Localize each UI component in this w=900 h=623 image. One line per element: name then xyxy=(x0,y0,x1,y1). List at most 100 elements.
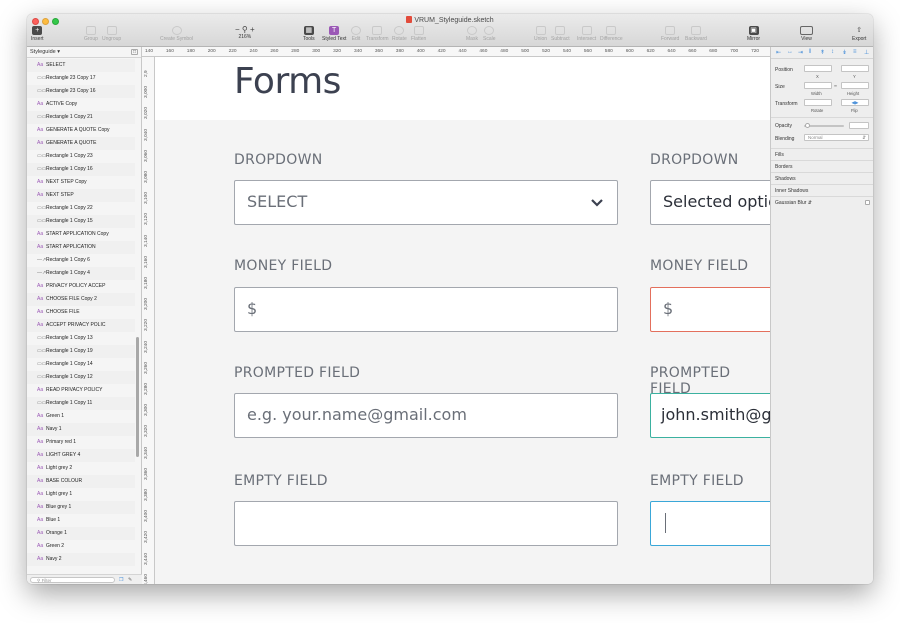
size-width-input[interactable] xyxy=(804,82,832,89)
layer-row[interactable]: Aa Navy 1 xyxy=(27,423,135,436)
add-page-icon[interactable]: □ xyxy=(131,49,138,55)
toolbar-difference-button[interactable]: Difference xyxy=(600,26,623,42)
align-right-icon[interactable]: ⇥ xyxy=(798,49,803,56)
dropdown-select[interactable]: SELECT xyxy=(234,180,618,225)
gaussian-blur-checkbox[interactable] xyxy=(865,200,870,205)
toolbar-create-symbol-button[interactable]: Create Symbol xyxy=(160,26,193,42)
shadows-section[interactable]: Shadows xyxy=(771,172,873,184)
distribute-vertical-icon[interactable]: ≡ xyxy=(853,49,857,55)
layer-filter-input[interactable]: ⚲ Filter xyxy=(30,577,115,583)
layer-row[interactable]: ―↗Rectangle 1 Copy 4 xyxy=(27,267,135,280)
layer-row[interactable]: ▭▭Rectangle 1 Copy 11 xyxy=(27,397,135,410)
layer-row[interactable]: Aa PRIVACY POLICY ACCEP xyxy=(27,280,135,293)
layer-row[interactable]: ▭▭Rectangle 1 Copy 21 xyxy=(27,111,135,124)
toolbar-scale-button[interactable]: Scale xyxy=(483,26,496,42)
canvas[interactable]: Forms DROPDOWN SELECT MONEY FIELD $ PROM… xyxy=(155,57,770,584)
layer-row[interactable]: Aa Green 1 xyxy=(27,410,135,423)
toolbar-group-button[interactable]: Group xyxy=(84,26,98,42)
flip-controls[interactable]: ◀▶ xyxy=(841,99,869,106)
layer-row[interactable]: Aa BASE COLOUR xyxy=(27,475,135,488)
align-baseline-icon[interactable]: ⊥ xyxy=(864,49,869,56)
borders-section[interactable]: Borders xyxy=(771,160,873,172)
toolbar-rotate-button[interactable]: Rotate xyxy=(392,26,407,42)
position-y-input[interactable] xyxy=(841,65,869,72)
lock-ratio-icon[interactable]: ∞ xyxy=(834,83,837,88)
align-bottom-icon[interactable]: ↡ xyxy=(842,49,847,56)
layer-row[interactable]: ▭▭Rectangle 1 Copy 19 xyxy=(27,345,135,358)
toolbar-mirror-button[interactable]: ▣ Mirror xyxy=(747,26,760,42)
toolbar-edit-button[interactable]: Edit xyxy=(351,26,361,42)
toolbar-backward-button[interactable]: Backward xyxy=(685,26,707,42)
prompted-field[interactable]: e.g. your.name@gmail.com xyxy=(234,393,618,438)
layer-row[interactable]: Aa NEXT STEP xyxy=(27,189,135,202)
toolbar-union-button[interactable]: Union xyxy=(534,26,547,42)
rotate-input[interactable] xyxy=(804,99,832,106)
layer-row[interactable]: Aa GENERATE A QUOTE Copy xyxy=(27,124,135,137)
layer-row[interactable]: Aa Orange 1 xyxy=(27,527,135,540)
flip-horizontal-icon[interactable]: ◀▶ xyxy=(852,100,859,105)
opacity-slider[interactable] xyxy=(804,125,844,127)
layer-row[interactable]: Aa READ PRIVACY POLICY xyxy=(27,384,135,397)
toolbar-ungroup-button[interactable]: Ungroup xyxy=(102,26,121,42)
prompted-field-filled[interactable]: john.smith@gr xyxy=(650,393,770,438)
layer-row[interactable]: Aa START APPLICATION Copy xyxy=(27,228,135,241)
blending-select[interactable]: Normal ⇵ xyxy=(804,134,869,141)
opacity-input[interactable] xyxy=(849,122,869,129)
layer-row[interactable]: ▭▭Rectangle 1 Copy 16 xyxy=(27,163,135,176)
layer-row[interactable]: Aa Light grey 1 xyxy=(27,488,135,501)
zoom-out-button[interactable]: − xyxy=(235,25,240,34)
layer-row[interactable]: Aa NEXT STEP Copy xyxy=(27,176,135,189)
zoom-control[interactable]: − ⚲ + 216% xyxy=(235,25,255,40)
layer-row[interactable]: Aa Navy 2 xyxy=(27,553,135,566)
toolbar-flatten-button[interactable]: Flatten xyxy=(411,26,426,42)
money-field-error[interactable]: $ xyxy=(650,287,770,332)
position-x-input[interactable] xyxy=(804,65,832,72)
layer-row[interactable]: ▭▭Rectangle 23 Copy 16 xyxy=(27,85,135,98)
edit-filter-icon[interactable]: ✎ xyxy=(128,577,132,583)
layer-row[interactable]: ▭▭Rectangle 1 Copy 23 xyxy=(27,150,135,163)
toolbar-view-button[interactable]: View xyxy=(800,26,813,42)
layer-row[interactable]: Aa CHOOSE FILE xyxy=(27,306,135,319)
empty-field[interactable] xyxy=(234,501,618,546)
layer-row[interactable]: Aa Primary red 1 xyxy=(27,436,135,449)
layer-row[interactable]: Aa Blue grey 1 xyxy=(27,501,135,514)
distribute-horizontal-icon[interactable]: ‖ xyxy=(809,49,811,55)
layer-row[interactable]: ▭▭Rectangle 1 Copy 13 xyxy=(27,332,135,345)
toolbar-transform-button[interactable]: Transform xyxy=(366,26,389,42)
layer-row[interactable]: Aa START APPLICATION xyxy=(27,241,135,254)
empty-field-active[interactable] xyxy=(650,501,770,546)
size-height-input[interactable] xyxy=(841,82,869,89)
layer-row[interactable]: Aa GENERATE A QUOTE xyxy=(27,137,135,150)
layer-row[interactable]: ▭▭Rectangle 1 Copy 14 xyxy=(27,358,135,371)
toolbar-export-button[interactable]: ⇧ Export xyxy=(852,26,866,42)
layer-row[interactable]: ▭▭Rectangle 23 Copy 17 xyxy=(27,72,135,85)
fills-section[interactable]: Fills xyxy=(771,148,873,160)
toolbar-styled-text-button[interactable]: T Styled Text xyxy=(322,26,346,42)
layers-scrollbar[interactable] xyxy=(136,337,139,457)
dropdown-select-selected[interactable]: Selected optic xyxy=(650,180,770,225)
layer-row[interactable]: ▭▭Rectangle 1 Copy 22 xyxy=(27,202,135,215)
layer-row[interactable]: Aa Light grey 2 xyxy=(27,462,135,475)
toolbar-tools-button[interactable]: ▦ Tools xyxy=(303,26,315,42)
layer-row[interactable]: ▭▭Rectangle 1 Copy 15 xyxy=(27,215,135,228)
layer-row[interactable]: Aa CHOOSE FILE Copy 2 xyxy=(27,293,135,306)
layer-row[interactable]: Aa Blue 1 xyxy=(27,514,135,527)
toolbar-mask-button[interactable]: Mask xyxy=(466,26,478,42)
align-middle-icon[interactable]: ↕ xyxy=(831,49,834,55)
toolbar-intersect-button[interactable]: Intersect xyxy=(577,26,596,42)
inner-shadows-section[interactable]: Inner Shadows xyxy=(771,184,873,196)
layer-row[interactable]: Aa ACTIVE Copy xyxy=(27,98,135,111)
align-top-icon[interactable]: ↟ xyxy=(820,49,825,56)
money-field[interactable]: $ xyxy=(234,287,618,332)
opacity-slider-handle[interactable] xyxy=(805,123,810,128)
align-left-icon[interactable]: ⇤ xyxy=(776,49,781,56)
align-center-horizontal-icon[interactable]: ↔ xyxy=(787,49,793,55)
gaussian-blur-section[interactable]: Gaussian Blur ⇵ xyxy=(771,196,873,208)
layer-row[interactable]: Aa ACCEPT PRIVACY POLIC xyxy=(27,319,135,332)
page-selector[interactable]: Styleguide ▾ □ xyxy=(27,47,141,58)
layer-row[interactable]: ―↗Rectangle 1 Copy 6 xyxy=(27,254,135,267)
toolbar-subtract-button[interactable]: Subtract xyxy=(551,26,570,42)
zoom-in-button[interactable]: + xyxy=(250,25,255,34)
toolbar-forward-button[interactable]: Forward xyxy=(661,26,679,42)
layer-row[interactable]: Aa SELECT xyxy=(27,59,135,72)
